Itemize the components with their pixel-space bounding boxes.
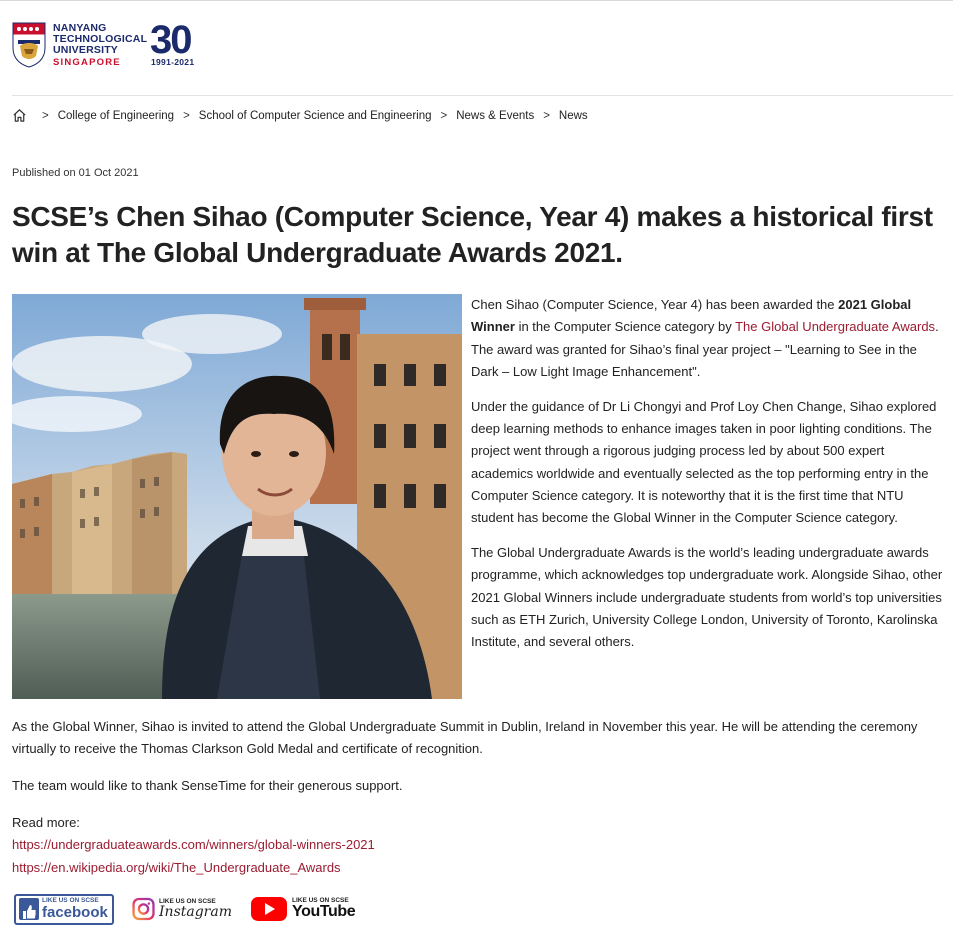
facebook-big-text: facebook [42,903,108,921]
university-line-3: UNIVERSITY [53,44,119,56]
anniversary-30-logo: 30 [150,20,193,56]
instagram-big-text: Instagram [159,904,232,921]
p1-text-a: Chen Sihao (Computer Science, Year 4) ha… [471,297,839,312]
photo-illustration [12,294,462,699]
p1-text-b: in the Computer Science category by [514,319,736,335]
ntu-crest-icon[interactable] [12,22,46,68]
breadcrumb-separator: > [42,109,49,122]
paragraph-5: The team would like to thank SenseTime f… [12,778,403,793]
youtube-play-icon [251,897,287,921]
breadcrumb-school[interactable]: School of Computer Science and Engineeri… [199,110,432,122]
read-more-link-2[interactable]: https://en.wikipedia.org/wiki/The_Underg… [12,860,341,875]
instagram-badge[interactable]: LIKE US ON SCSE Instagram [132,893,232,925]
paragraph-4: As the Global Winner, Sihao is invited t… [12,719,918,757]
university-name[interactable]: NANYANG TECHNOLOGICAL UNIVERSITY SINGAPO… [53,23,147,69]
anniversary-years: 1991-2021 [151,57,195,67]
breadcrumb-separator: > [183,109,190,122]
youtube-big-text: YouTube [292,903,356,921]
social-badges: LIKE US ON SCSE facebook LIKE US ON SCSE… [14,893,356,925]
article-photo [12,294,462,699]
paragraph-2: Under the guidance of Dr Li Chongyi and … [471,398,937,526]
breadcrumb: > College of Engineering > School of Com… [12,108,588,123]
breadcrumb-separator: > [543,109,550,122]
youtube-badge[interactable]: LIKE US ON SCSE YouTube [250,893,356,925]
breadcrumb-college[interactable]: College of Engineering [58,110,174,122]
read-more-link-1[interactable]: https://undergraduateawards.com/winners/… [12,837,375,852]
facebook-thumb-icon [19,898,39,920]
home-icon[interactable] [12,108,27,123]
paragraph-1: Chen Sihao (Computer Science, Year 4) ha… [471,294,943,383]
breadcrumb-news-events[interactable]: News & Events [456,110,534,122]
read-more-section: Read more: https://undergraduateawards.c… [12,812,947,879]
university-country: SINGAPORE [53,57,121,68]
paragraph-3: The Global Undergraduate Awards is the w… [471,544,943,650]
breadcrumb-news[interactable]: News [559,110,588,122]
top-border [0,0,953,1]
article-title: SCSE’s Chen Sihao (Computer Science, Yea… [12,201,933,268]
facebook-badge[interactable]: LIKE US ON SCSE facebook [14,893,114,925]
breadcrumb-separator: > [440,109,448,122]
instagram-icon [132,897,155,921]
header-divider [12,95,953,96]
anniversary-number: 30 [150,20,191,56]
article-body-right: Chen Sihao (Computer Science, Year 4) ha… [471,294,943,666]
read-more-label: Read more: [12,815,80,830]
site-header: NANYANG TECHNOLOGICAL UNIVERSITY SINGAPO… [12,20,942,72]
published-date: Published on 01 Oct 2021 [12,167,139,179]
global-undergraduate-awards-link[interactable]: The Global Undergraduate Awards [735,319,935,334]
